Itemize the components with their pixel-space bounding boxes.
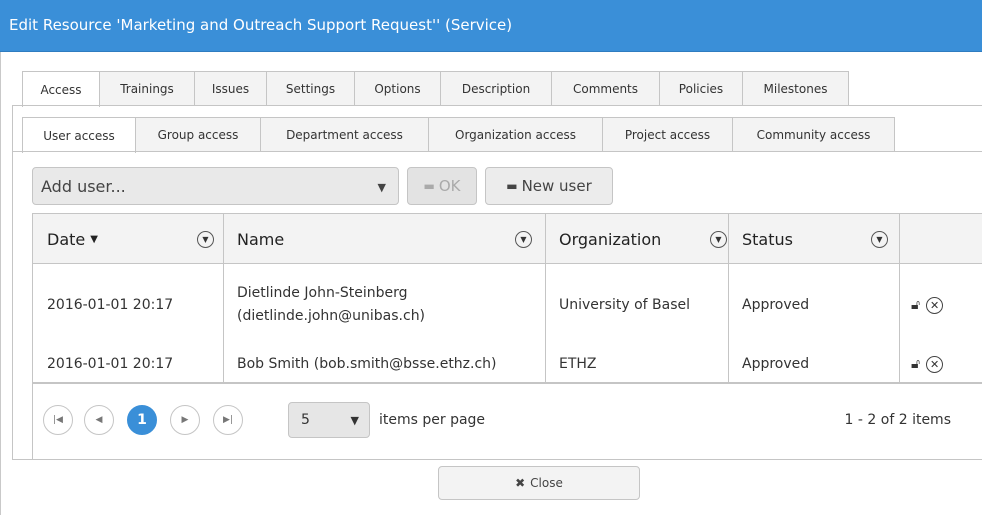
cell-name: Bob Smith (bob.smith@bsse.ethz.ch) xyxy=(237,355,497,372)
new-user-button[interactable]: ▬ New user xyxy=(485,167,613,205)
filter-icon[interactable]: ▼ xyxy=(710,231,727,248)
tab-issues[interactable]: Issues xyxy=(194,71,267,105)
row-actions: 🔓︎ ✕ xyxy=(911,264,944,346)
tab-milestones[interactable]: Milestones xyxy=(742,71,849,105)
cell-status: Approved xyxy=(742,355,810,372)
cell-date: 2016-01-01 20:17 xyxy=(47,296,174,313)
cell-date: 2016-01-01 20:17 xyxy=(47,355,174,372)
filter-icon[interactable]: ▼ xyxy=(871,231,888,248)
close-label: Close xyxy=(530,476,563,490)
unlock-icon[interactable]: 🔓︎ xyxy=(911,356,920,372)
sort-descending-icon: ▼ xyxy=(90,233,98,245)
column-header-name[interactable]: Name xyxy=(223,214,545,264)
remove-icon[interactable]: ✕ xyxy=(926,296,944,314)
chevron-down-icon[interactable]: ▼ xyxy=(378,181,386,194)
row-actions: 🔓︎ ✕ xyxy=(911,346,944,382)
remove-icon[interactable]: ✕ xyxy=(926,355,944,373)
tab-access[interactable]: Access xyxy=(22,71,100,107)
cell-status: Approved xyxy=(742,296,810,313)
filter-icon[interactable]: ▼ xyxy=(515,231,532,248)
column-header-date[interactable]: Date ▼ xyxy=(33,214,223,264)
add-folder-icon: ▬ xyxy=(506,179,518,193)
page-number-button[interactable]: 1 xyxy=(127,405,157,435)
unlock-icon[interactable]: 🔓︎ xyxy=(911,297,920,313)
cell-name: Dietlinde John-Steinberg (dietlinde.john… xyxy=(237,285,426,324)
previous-page-icon[interactable]: ◀ xyxy=(84,405,114,435)
add-user-placeholder: Add user... xyxy=(41,177,126,196)
table-row[interactable]: 2016-01-01 20:17 Bob Smith (bob.smith@bs… xyxy=(33,346,982,382)
user-access-table: Date ▼ ▼ Name ▼ Organization ▼ Status ▼ … xyxy=(32,213,982,459)
last-page-icon[interactable]: ▶| xyxy=(213,405,243,435)
add-folder-icon: ▬ xyxy=(423,179,435,193)
main-tab-strip: Access Trainings Issues Settings Options… xyxy=(22,71,849,107)
column-header-organization[interactable]: Organization xyxy=(545,214,728,264)
filter-icon[interactable]: ▼ xyxy=(197,231,214,248)
tab-policies[interactable]: Policies xyxy=(659,71,743,105)
pager-info: 1 - 2 of 2 items xyxy=(844,412,951,428)
page-size-select[interactable]: 5 ▼ xyxy=(288,402,370,438)
close-button[interactable]: ✖ Close xyxy=(438,466,640,500)
items-per-page-label: items per page xyxy=(379,412,486,428)
tab-description[interactable]: Description xyxy=(440,71,552,105)
close-icon: ✖ xyxy=(515,476,526,490)
page-size-value: 5 xyxy=(301,412,310,428)
tab-comments[interactable]: Comments xyxy=(551,71,660,105)
add-user-combobox[interactable]: Add user... ▼ xyxy=(32,167,399,205)
table-row[interactable]: 2016-01-01 20:17 Dietlinde John-Steinber… xyxy=(33,264,982,346)
tab-trainings[interactable]: Trainings xyxy=(99,71,195,105)
ok-button[interactable]: ▬ OK xyxy=(407,167,477,205)
chevron-down-icon: ▼ xyxy=(350,414,359,427)
tab-settings[interactable]: Settings xyxy=(266,71,355,105)
dialog-titlebar: Edit Resource 'Marketing and Outreach Su… xyxy=(0,0,982,52)
ok-label: OK xyxy=(438,177,461,195)
new-user-label: New user xyxy=(521,177,592,195)
tab-options[interactable]: Options xyxy=(354,71,441,105)
table-header: Date ▼ ▼ Name ▼ Organization ▼ Status ▼ xyxy=(33,214,982,264)
cell-organization: ETHZ xyxy=(559,355,597,372)
dialog-title: Edit Resource 'Marketing and Outreach Su… xyxy=(9,16,513,34)
next-page-icon[interactable]: ▶ xyxy=(170,405,200,435)
first-page-icon[interactable]: |◀ xyxy=(43,405,73,435)
pager: |◀ ◀ 1 ▶ ▶| 5 ▼ items per page 1 - 2 of … xyxy=(33,382,982,459)
cell-organization: University of Basel xyxy=(559,296,690,313)
